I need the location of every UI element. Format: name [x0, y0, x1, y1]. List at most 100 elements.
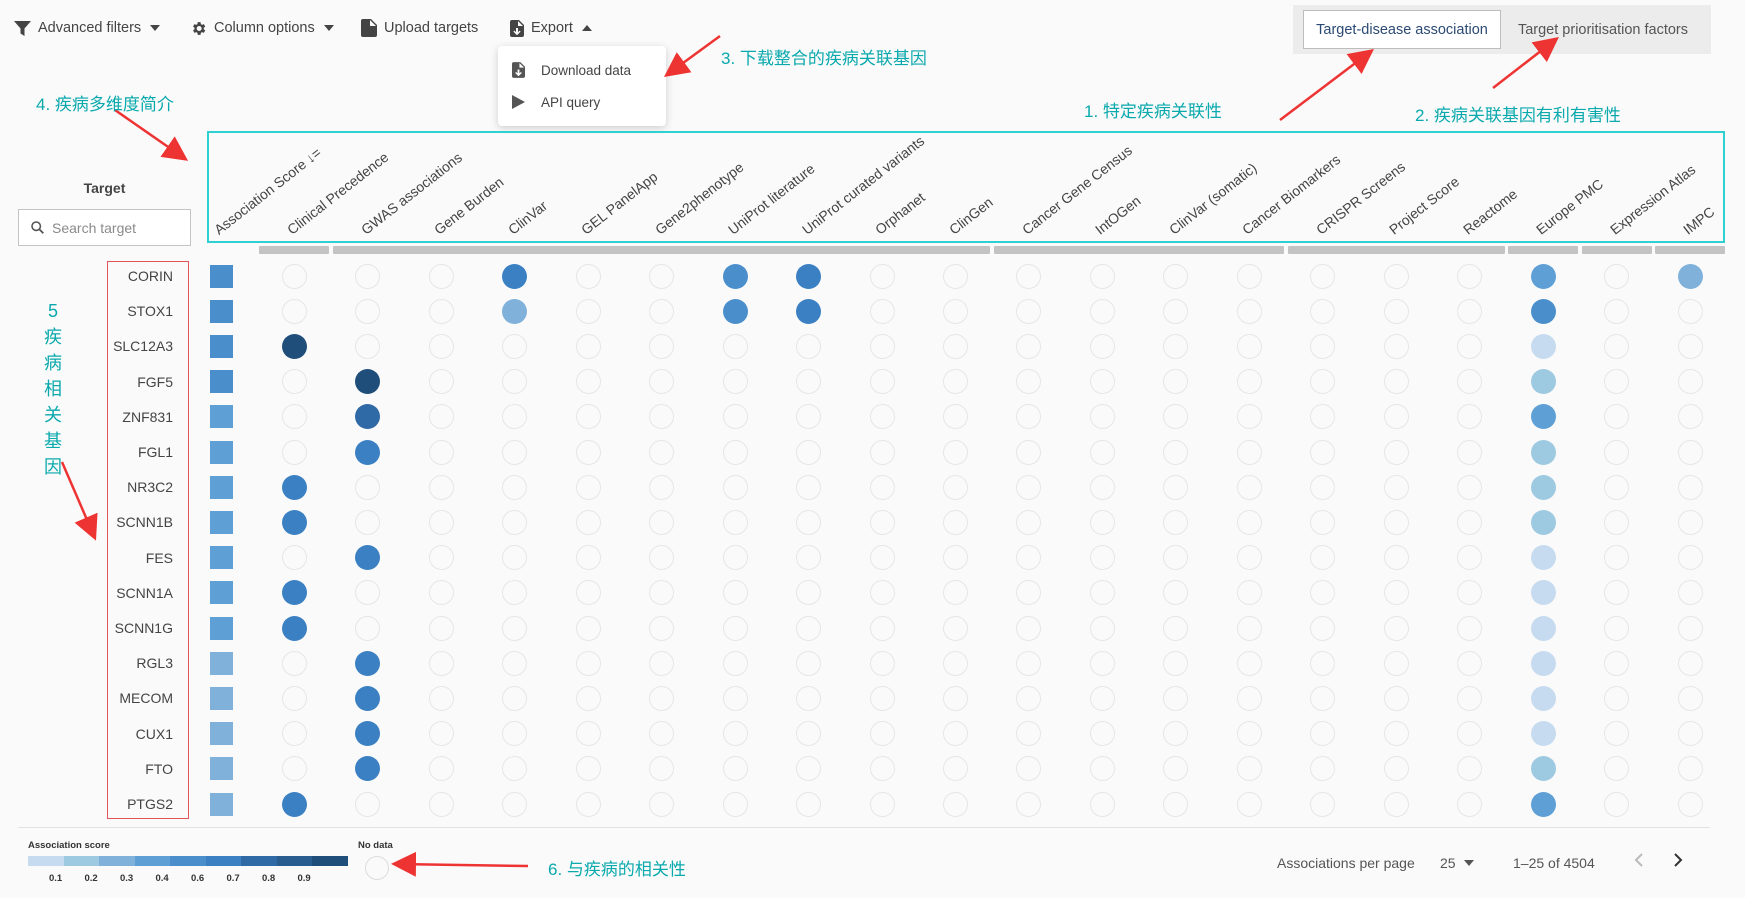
datatype-cell[interactable]	[1383, 721, 1409, 747]
datatype-cell[interactable]	[1383, 756, 1409, 782]
datatype-cell[interactable]	[1457, 685, 1483, 711]
datatype-cell[interactable]	[1016, 650, 1042, 676]
datatype-cell[interactable]	[869, 721, 895, 747]
datatype-cell[interactable]	[1310, 333, 1336, 359]
datatype-cell[interactable]	[428, 580, 454, 606]
datatype-cell[interactable]	[281, 263, 307, 289]
datatype-cell[interactable]	[943, 685, 968, 711]
datatype-cell[interactable]	[1383, 474, 1409, 500]
datatype-cell[interactable]	[1089, 615, 1115, 641]
datatype-cell[interactable]	[1604, 298, 1630, 324]
gene-label-scnn1b[interactable]: SCNN1B	[43, 514, 173, 530]
datatype-cell[interactable]	[649, 650, 675, 676]
datatype-cell[interactable]	[1383, 580, 1409, 606]
association-score-cell[interactable]	[209, 475, 233, 499]
datatype-cell[interactable]	[1383, 545, 1409, 571]
datatype-cell[interactable]	[1089, 721, 1115, 747]
datatype-cell[interactable]	[428, 333, 454, 359]
datatype-cell[interactable]	[722, 369, 748, 395]
datatype-cell[interactable]	[1604, 369, 1630, 395]
datatype-cell[interactable]	[943, 721, 968, 747]
datatype-cell[interactable]	[1604, 791, 1630, 817]
association-score-cell[interactable]	[209, 581, 233, 605]
datatype-cell[interactable]	[1677, 439, 1703, 465]
gene-label-stox1[interactable]: STOX1	[43, 303, 173, 319]
datatype-cell[interactable]	[796, 298, 822, 324]
datatype-cell[interactable]	[1677, 509, 1703, 535]
datatype-cell[interactable]	[1457, 333, 1483, 359]
datatype-cell[interactable]	[722, 580, 748, 606]
datatype-cell[interactable]	[281, 721, 307, 747]
datatype-cell[interactable]	[1677, 369, 1703, 395]
datatype-cell[interactable]	[1236, 509, 1262, 535]
datatype-cell[interactable]	[1604, 545, 1630, 571]
datatype-cell[interactable]	[1530, 615, 1556, 641]
datatype-cell[interactable]	[796, 333, 822, 359]
datatype-cell[interactable]	[428, 509, 454, 535]
search-target-input[interactable]	[52, 219, 182, 236]
datatype-cell[interactable]	[428, 263, 454, 289]
datatype-cell[interactable]	[1089, 369, 1115, 395]
datatype-cell[interactable]	[1383, 791, 1409, 817]
datatype-cell[interactable]	[943, 369, 968, 395]
datatype-cell[interactable]	[1383, 509, 1409, 535]
gene-label-scnn1g[interactable]: SCNN1G	[43, 620, 173, 636]
gene-label-slc12a3[interactable]: SLC12A3	[43, 338, 173, 354]
next-page-button[interactable]	[1673, 852, 1683, 868]
datatype-cell[interactable]	[575, 756, 601, 782]
datatype-cell[interactable]	[575, 509, 601, 535]
association-score-cell[interactable]	[209, 757, 233, 781]
datatype-cell[interactable]	[943, 439, 968, 465]
association-score-cell[interactable]	[209, 616, 233, 640]
datatype-cell[interactable]	[502, 650, 528, 676]
datatype-cell[interactable]	[722, 509, 748, 535]
datatype-cell[interactable]	[355, 615, 381, 641]
gene-label-cux1[interactable]: CUX1	[43, 726, 173, 742]
datatype-cell[interactable]	[575, 685, 601, 711]
datatype-cell[interactable]	[428, 650, 454, 676]
datatype-cell[interactable]	[1383, 439, 1409, 465]
datatype-cell[interactable]	[649, 474, 675, 500]
datatype-cell[interactable]	[1310, 263, 1336, 289]
gene-label-corin[interactable]: CORIN	[43, 268, 173, 284]
datatype-cell[interactable]	[1530, 685, 1556, 711]
datatype-cell[interactable]	[575, 439, 601, 465]
datatype-cell[interactable]	[428, 439, 454, 465]
datatype-cell[interactable]	[355, 263, 381, 289]
datatype-cell[interactable]	[502, 474, 528, 500]
datatype-cell[interactable]	[1236, 721, 1262, 747]
association-score-cell[interactable]	[209, 792, 233, 816]
datatype-cell[interactable]	[1089, 333, 1115, 359]
datatype-cell[interactable]	[355, 298, 381, 324]
datatype-cell[interactable]	[1310, 650, 1336, 676]
datatype-cell[interactable]	[1530, 580, 1556, 606]
datatype-cell[interactable]	[869, 439, 895, 465]
datatype-cell[interactable]	[869, 685, 895, 711]
datatype-cell[interactable]	[1163, 474, 1189, 500]
datatype-cell[interactable]	[1383, 298, 1409, 324]
datatype-cell[interactable]	[796, 474, 822, 500]
datatype-cell[interactable]	[722, 439, 748, 465]
datatype-cell[interactable]	[1677, 545, 1703, 571]
datatype-cell[interactable]	[1383, 685, 1409, 711]
datatype-cell[interactable]	[1163, 791, 1189, 817]
association-score-cell[interactable]	[209, 546, 233, 570]
prev-page-button[interactable]	[1634, 852, 1644, 868]
datatype-cell[interactable]	[428, 404, 454, 430]
association-score-cell[interactable]	[209, 722, 233, 746]
datatype-cell[interactable]	[281, 650, 307, 676]
datatype-cell[interactable]	[1677, 756, 1703, 782]
datatype-cell[interactable]	[1457, 263, 1483, 289]
association-score-cell[interactable]	[209, 440, 233, 464]
datatype-cell[interactable]	[722, 298, 748, 324]
datatype-cell[interactable]	[1604, 650, 1630, 676]
datatype-cell[interactable]	[1163, 263, 1189, 289]
datatype-cell[interactable]	[1310, 298, 1336, 324]
datatype-cell[interactable]	[869, 298, 895, 324]
datatype-cell[interactable]	[1089, 263, 1115, 289]
datatype-cell[interactable]	[1383, 404, 1409, 430]
datatype-cell[interactable]	[1604, 474, 1630, 500]
datatype-cell[interactable]	[722, 650, 748, 676]
datatype-cell[interactable]	[1016, 791, 1042, 817]
datatype-cell[interactable]	[869, 756, 895, 782]
